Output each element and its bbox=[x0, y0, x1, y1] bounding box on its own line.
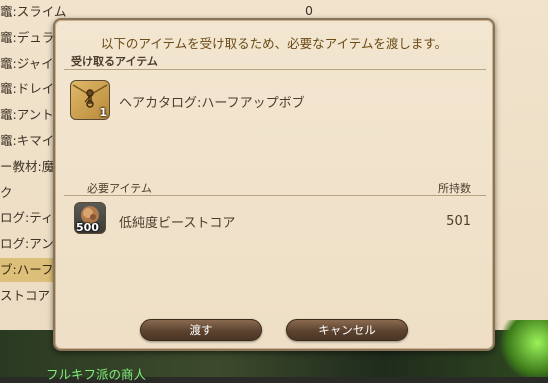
divider bbox=[64, 69, 486, 70]
dialog-message: 以下のアイテムを受け取るため、必要なアイテムを渡します。 bbox=[100, 36, 448, 51]
divider bbox=[64, 195, 486, 196]
background-list-row: ク bbox=[0, 184, 13, 200]
exchange-dialog: 以下のアイテムを受け取るため、必要なアイテムを渡します。 受け取るアイテム 1 … bbox=[53, 18, 495, 351]
beast-core-icon[interactable]: 500 bbox=[74, 202, 106, 234]
owned-count-header: 所持数 bbox=[438, 182, 471, 195]
cancel-button[interactable]: キャンセル bbox=[286, 319, 408, 341]
give-button[interactable]: 渡す bbox=[140, 319, 262, 341]
receive-item-quantity: 1 bbox=[99, 106, 107, 119]
envelope-catalog-icon[interactable]: 1 bbox=[70, 80, 110, 120]
background-list-row: ログ:ティ bbox=[0, 210, 54, 226]
required-item-name: 低純度ビーストコア bbox=[119, 216, 236, 231]
background-list-row: ブ:ハーフア bbox=[0, 258, 66, 282]
background-list-row: ログ:アン bbox=[0, 236, 54, 252]
receive-item-name: ヘアカタログ:ハーフアップボブ bbox=[119, 96, 305, 111]
background-list-row: ストコア bbox=[0, 287, 51, 303]
receive-section-label: 受け取るアイテム bbox=[71, 55, 158, 68]
owned-count-value: 501 bbox=[446, 214, 471, 229]
required-item-quantity: 500 bbox=[76, 221, 99, 234]
background-count: 0 bbox=[305, 3, 313, 18]
green-glow-effect bbox=[495, 320, 548, 377]
npc-name-label: フルキフ派の商人 bbox=[46, 367, 147, 382]
required-section-label: 必要アイテム bbox=[87, 182, 152, 195]
